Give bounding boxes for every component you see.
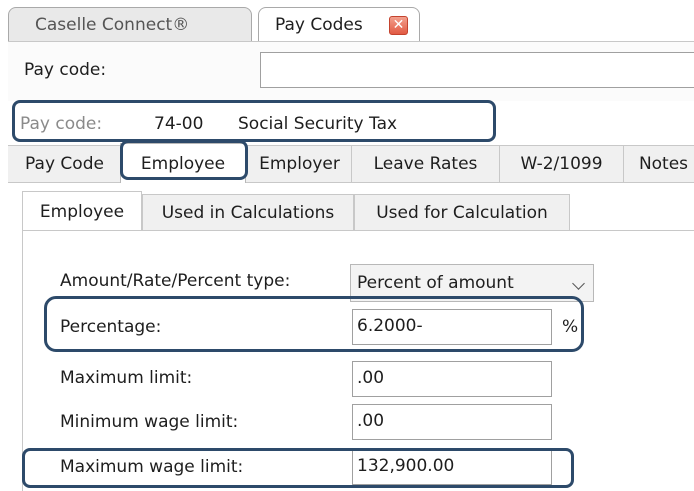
max-limit-label: Maximum limit: — [60, 368, 193, 388]
tab-leave-rates[interactable]: Leave Rates — [352, 146, 500, 182]
close-icon[interactable]: ✕ — [389, 16, 408, 35]
tab-w2-1099[interactable]: W-2/1099 — [500, 146, 624, 182]
tab-notes[interactable]: Notes — [624, 146, 694, 182]
highlight-max-wage-limit — [22, 448, 574, 488]
pay-codes-window: Caselle Connect® Pay Codes ✕ Pay code: P… — [0, 0, 694, 491]
tab-caselle-connect-label: Caselle Connect® — [35, 15, 190, 35]
pay-code-search-input[interactable] — [260, 52, 694, 88]
min-wage-limit-field[interactable]: .00 — [352, 404, 552, 440]
highlight-employee-tab — [120, 140, 248, 180]
tab-caselle-connect[interactable]: Caselle Connect® — [8, 7, 252, 41]
highlight-pay-code — [12, 100, 496, 142]
rate-type-label: Amount/Rate/Percent type: — [60, 271, 291, 291]
highlight-percentage — [44, 296, 584, 352]
chevron-down-icon — [572, 277, 585, 290]
subtab-employee[interactable]: Employee — [22, 191, 142, 231]
pay-code-search-label: Pay code: — [24, 60, 107, 80]
tab-employer[interactable]: Employer — [248, 146, 352, 182]
subtab-used-in-calculations[interactable]: Used in Calculations — [142, 194, 354, 230]
subtab-used-for-calculation[interactable]: Used for Calculation — [354, 194, 570, 230]
primary-tab-strip: Pay Code Employee Employer Leave Rates W… — [8, 143, 694, 183]
tab-pay-codes[interactable]: Pay Codes ✕ — [258, 7, 420, 41]
max-limit-field[interactable]: .00 — [352, 361, 552, 397]
tab-pay-code[interactable]: Pay Code — [8, 146, 122, 182]
min-wage-limit-label: Minimum wage limit: — [60, 412, 239, 432]
pay-code-header: Pay code: — [8, 41, 694, 102]
tab-pay-codes-label: Pay Codes — [275, 15, 363, 35]
